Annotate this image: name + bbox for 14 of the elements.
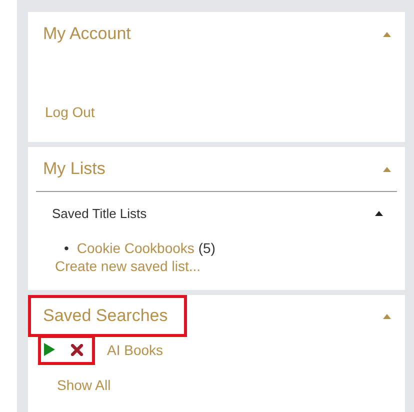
search-link[interactable]: AI Books	[107, 342, 164, 358]
close-icon[interactable]	[71, 344, 83, 356]
play-icon[interactable]	[44, 343, 55, 356]
bullet-marker: •	[64, 240, 69, 256]
section-title: My Account	[42, 23, 132, 45]
show-all-link[interactable]: Show All	[57, 377, 111, 393]
subsection-title: Saved Title Lists	[52, 206, 147, 220]
section-title: Saved Searches	[28, 295, 187, 337]
item-count: (5)	[198, 240, 216, 256]
log-out-link[interactable]: Log Out	[45, 104, 95, 120]
caret-icon[interactable]	[375, 210, 383, 216]
section-title: My Lists	[42, 158, 106, 180]
list-link[interactable]: Cookie Cookbooks	[76, 240, 194, 256]
create-list-link[interactable]: Create new saved list...	[55, 258, 201, 274]
